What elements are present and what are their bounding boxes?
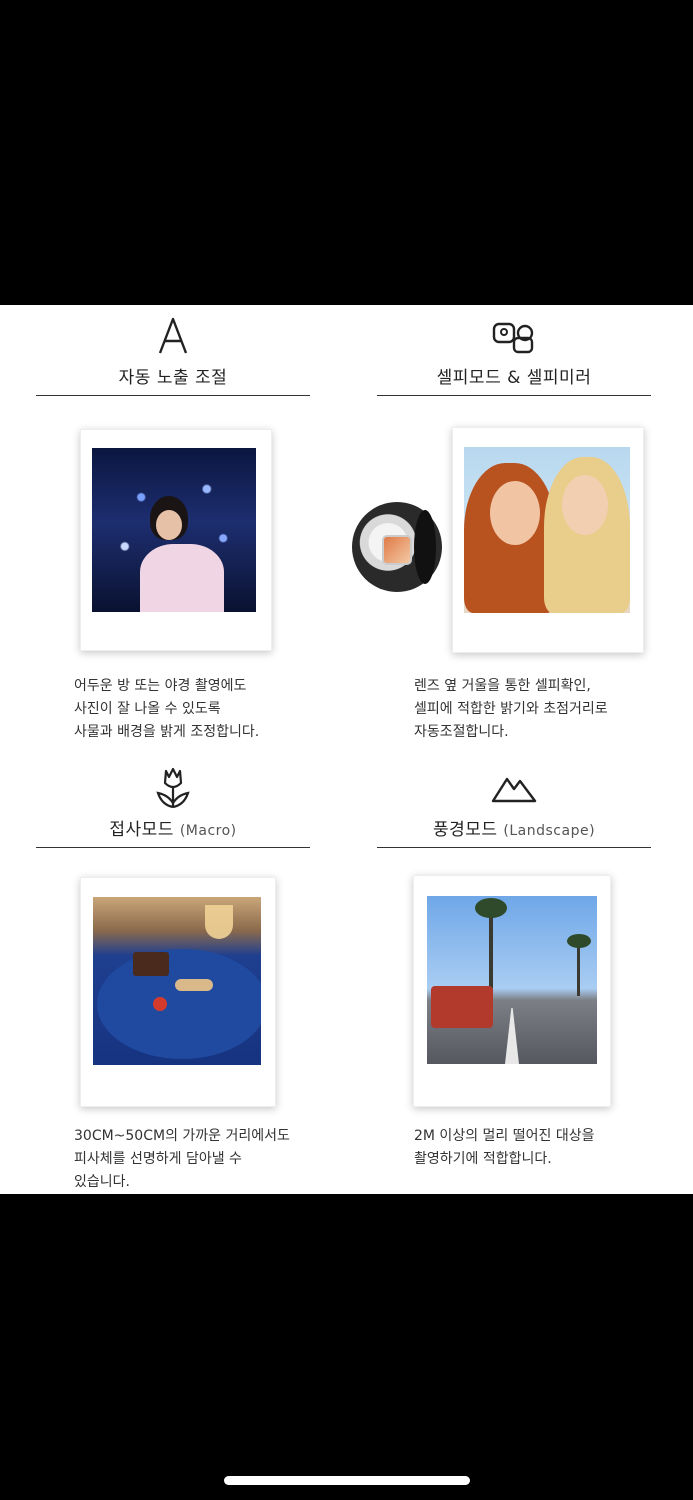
divider bbox=[377, 395, 651, 396]
desc-line: 셀피에 적합한 밝기와 초점거리로 bbox=[414, 701, 608, 717]
mirror-reflection bbox=[382, 535, 412, 565]
divider bbox=[36, 847, 310, 848]
tulip-icon bbox=[148, 763, 198, 811]
feature-description-macro: 30CM~50CM의 가까운 거리에서도 피사체를 선명하게 담아낼 수 있습니… bbox=[74, 1125, 334, 1194]
feature-description-selfie: 렌즈 옆 거울을 통한 셀피확인, 셀피에 적합한 밝기와 초점거리로 자동조절… bbox=[414, 675, 674, 744]
feature-title: 접사모드 (Macro) bbox=[109, 820, 237, 840]
desc-line: 30CM~50CM의 가까운 거리에서도 bbox=[74, 1128, 290, 1144]
instant-photo-landscape bbox=[413, 875, 611, 1107]
desc-line: 어두운 방 또는 야경 촬영에도 bbox=[74, 678, 247, 694]
photo-night-portrait bbox=[92, 448, 256, 612]
photo-selfie bbox=[464, 447, 630, 613]
feature-title: 셀피모드 & 셀피미러 bbox=[436, 368, 592, 388]
instant-photo-night bbox=[80, 429, 272, 651]
desc-line: 렌즈 옆 거울을 통한 셀피확인, bbox=[414, 678, 591, 694]
home-indicator[interactable] bbox=[224, 1476, 470, 1485]
lens-ring bbox=[414, 510, 436, 584]
feature-description-auto-exposure: 어두운 방 또는 야경 촬영에도 사진이 잘 나올 수 있도록 사물과 배경을 … bbox=[74, 675, 334, 744]
desc-line: 사진이 잘 나올 수 있도록 bbox=[74, 701, 221, 717]
divider bbox=[36, 395, 310, 396]
desc-line: 촬영하기에 적합합니다. bbox=[414, 1151, 552, 1167]
feature-title: 풍경모드 (Landscape) bbox=[432, 820, 596, 840]
letter-a-icon bbox=[148, 311, 198, 359]
desc-line: 자동조절합니다. bbox=[414, 724, 509, 740]
feature-title: 자동 노출 조절 bbox=[118, 368, 228, 388]
desc-line: 있습니다. bbox=[74, 1174, 130, 1190]
photo-macro-dessert bbox=[93, 897, 261, 1065]
instant-photo-macro bbox=[80, 877, 276, 1107]
feature-description-landscape: 2M 이상의 멀리 떨어진 대상을 촬영하기에 적합합니다. bbox=[414, 1125, 674, 1171]
divider bbox=[377, 847, 651, 848]
feature-panel: 자동 노출 조절 셀피모드 & 셀피미러 접사모드 (Macro) 풍경모드 (… bbox=[0, 305, 693, 1194]
desc-line: 피사체를 선명하게 담아낼 수 bbox=[74, 1151, 242, 1167]
desc-line: 2M 이상의 멀리 떨어진 대상을 bbox=[414, 1128, 595, 1144]
selfie-mirror-closeup bbox=[352, 502, 442, 592]
instant-photo-selfie bbox=[452, 427, 644, 653]
selfie-mirror-icon bbox=[489, 311, 539, 359]
photo-landscape-road bbox=[427, 896, 597, 1064]
mountain-icon bbox=[489, 763, 539, 811]
desc-line: 사물과 배경을 밝게 조정합니다. bbox=[74, 724, 260, 740]
